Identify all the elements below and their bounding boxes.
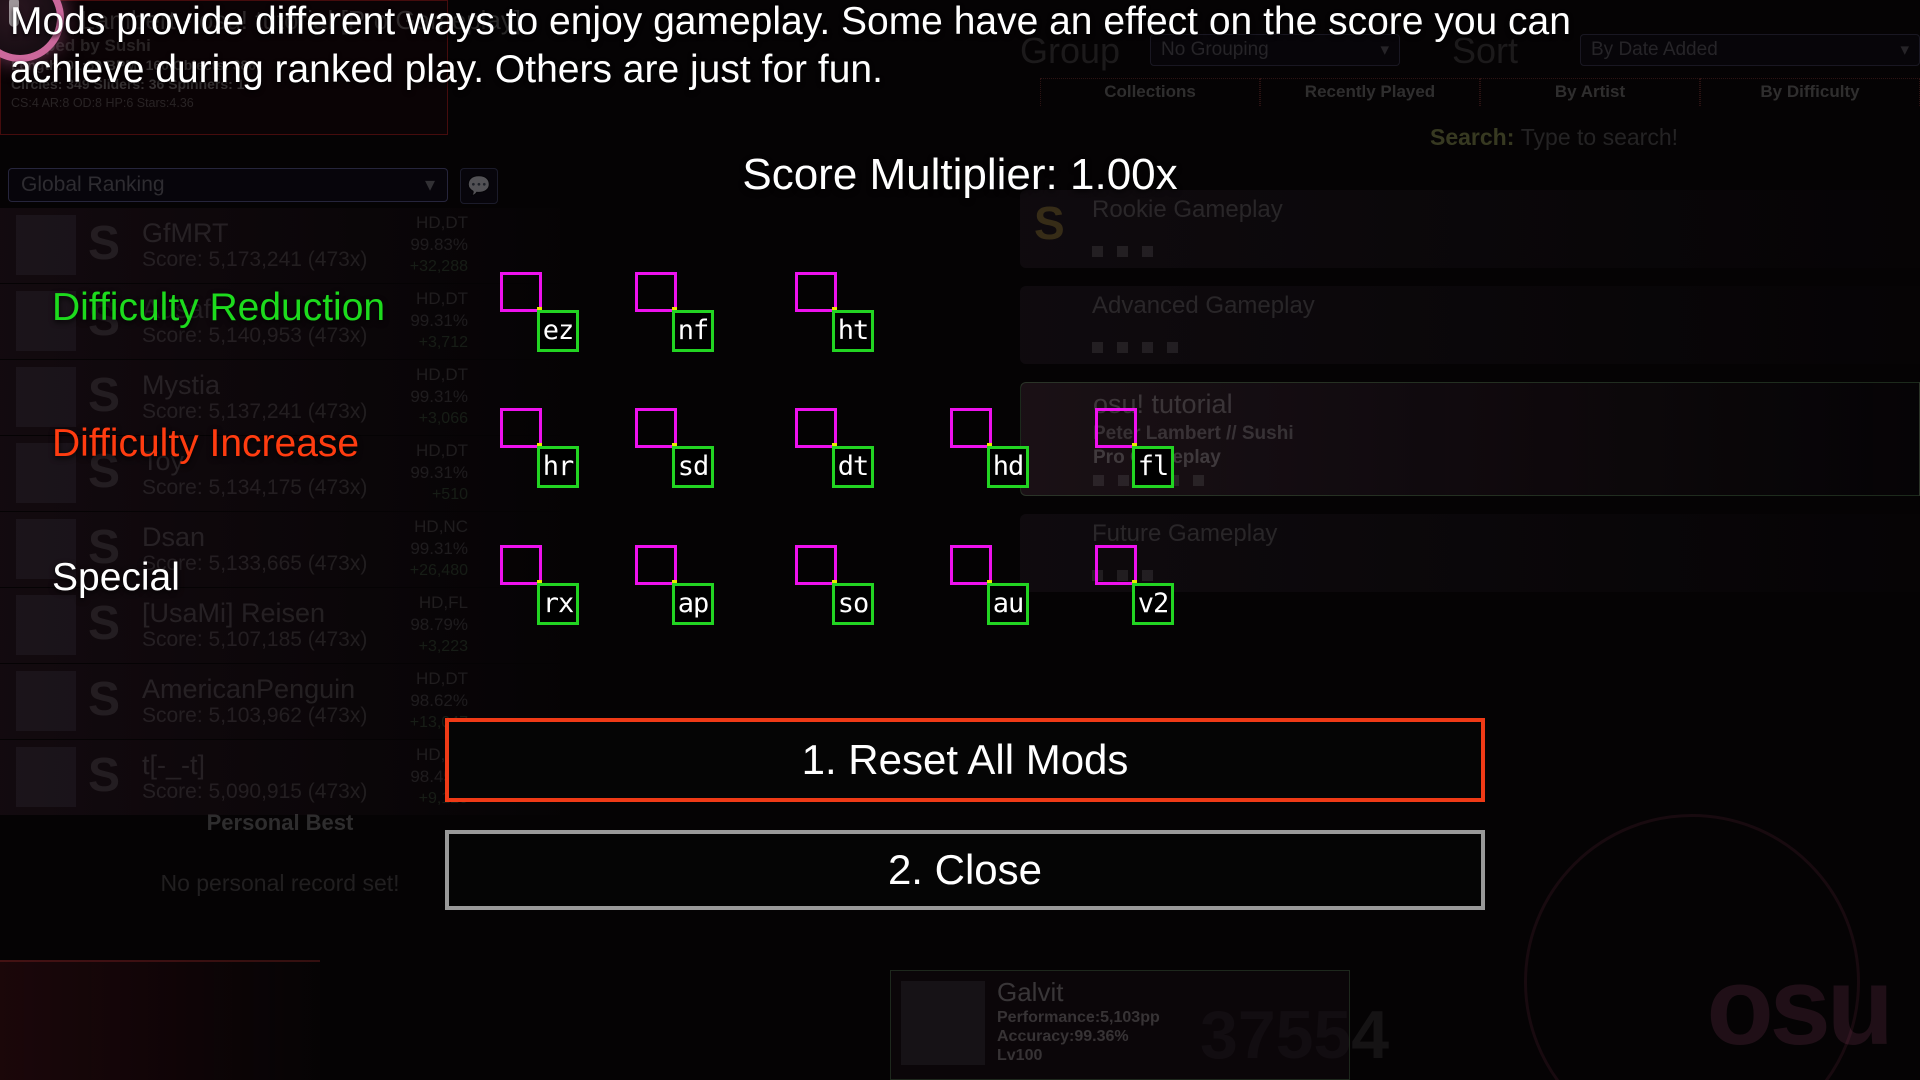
osu-song-select-screen: Peter Lambert - osu! tutorial [Pro Gamep… — [0, 0, 1920, 1080]
close-button-label: 2. Close — [887, 846, 1043, 893]
reset-all-mods-label: 1. Reset All Mods — [801, 736, 1129, 783]
mod-label: fl — [1132, 446, 1174, 488]
mod-box-outline — [1095, 408, 1137, 448]
mod-box-outline — [1095, 545, 1137, 585]
mod-label: ez — [537, 310, 579, 352]
close-button[interactable]: 2. Close — [445, 830, 1485, 910]
mod-label: hr — [537, 446, 579, 488]
mod-box-outline — [795, 545, 837, 585]
reset-all-mods-button[interactable]: 1. Reset All Mods — [445, 718, 1485, 802]
category-special: Special — [52, 556, 180, 599]
mod-box-outline — [635, 408, 677, 448]
category-difficulty-increase: Difficulty Increase — [52, 422, 360, 465]
mod-box-outline — [950, 545, 992, 585]
mod-label: nf — [672, 310, 714, 352]
mod-box-outline — [795, 408, 837, 448]
mod-label: v2 — [1132, 583, 1174, 625]
mod-label: ht — [832, 310, 874, 352]
mod-label: rx — [537, 583, 579, 625]
category-difficulty-reduction: Difficulty Reduction — [52, 286, 386, 329]
mod-intro-line-2: achieve during ranked play. Others are j… — [10, 48, 883, 91]
score-multiplier: Score Multiplier: 1.00x — [742, 150, 1178, 199]
mod-label: hd — [987, 446, 1029, 488]
mod-label: au — [987, 583, 1029, 625]
mod-box-outline — [950, 408, 992, 448]
mod-label: dt — [832, 446, 874, 488]
mod-box-outline — [500, 408, 542, 448]
mod-box-outline — [500, 272, 542, 312]
mod-label: ap — [672, 583, 714, 625]
mod-intro-text: Mods provide different ways to enjoy gam… — [10, 0, 1910, 94]
mod-label: sd — [672, 446, 714, 488]
mod-box-outline — [635, 272, 677, 312]
mod-label: so — [832, 583, 874, 625]
mod-intro-line-1: Mods provide different ways to enjoy gam… — [10, 0, 1571, 43]
mod-select-overlay: Mods provide different ways to enjoy gam… — [0, 0, 1920, 1080]
mod-box-outline — [795, 272, 837, 312]
mod-box-outline — [635, 545, 677, 585]
mod-box-outline — [500, 545, 542, 585]
